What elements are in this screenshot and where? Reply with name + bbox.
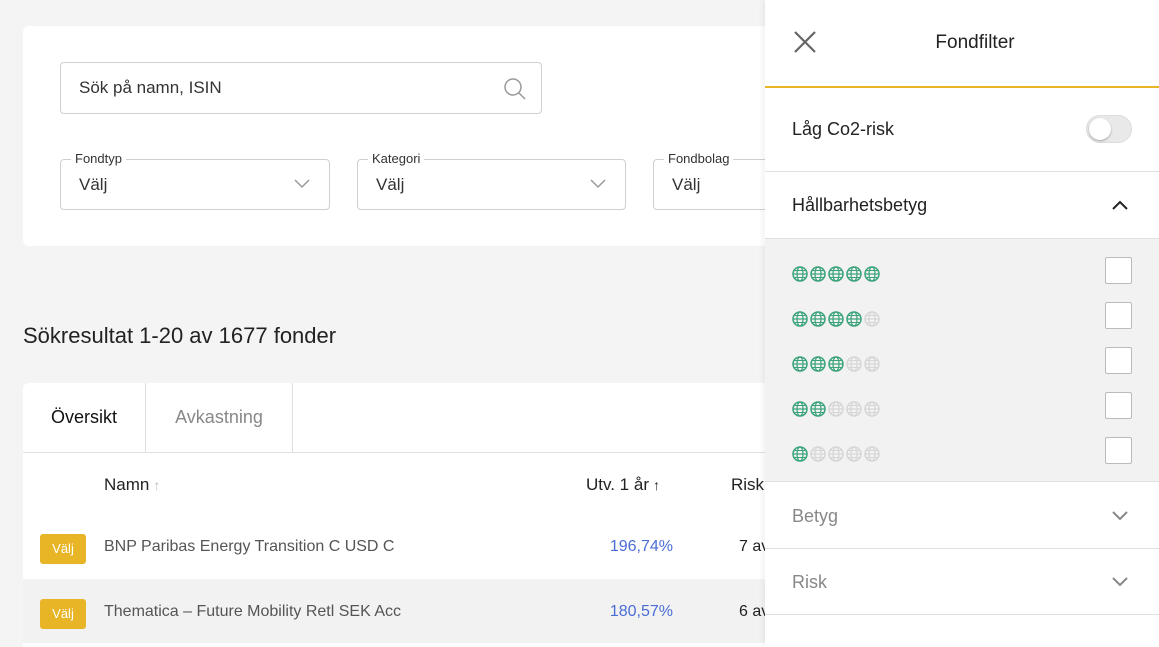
table-row[interactable]: Välj BNP Paribas Energy Transition C USD…	[23, 514, 823, 578]
globe-icon	[828, 311, 844, 327]
globe-icon	[792, 356, 808, 372]
risk-filter-header[interactable]: Risk	[765, 549, 1159, 615]
select-fund-button[interactable]: Välj	[40, 599, 86, 629]
rating-checkbox[interactable]	[1105, 347, 1132, 374]
sustainability-header[interactable]: Hållbarhetsbetyg	[765, 172, 1159, 239]
rating-checkbox[interactable]	[1105, 437, 1132, 464]
search-field[interactable]	[60, 62, 542, 114]
sort-arrow-icon: ↑	[153, 477, 161, 493]
fund-name[interactable]: BNP Paribas Energy Transition C USD C	[104, 538, 394, 556]
column-header-return[interactable]: Utv. 1 år ↑	[586, 475, 660, 495]
fondtyp-value: Välj	[79, 175, 108, 194]
fondbolag-label: Fondbolag	[664, 151, 734, 166]
globe-icon	[828, 266, 844, 282]
toggle-knob	[1089, 118, 1111, 140]
filter-panel: Fondfilter Låg Co2-risk Hållbarhetsbetyg…	[765, 0, 1159, 647]
globe-icon	[864, 356, 880, 372]
fund-return: 196,74%	[609, 538, 673, 555]
fund-return: 180,57%	[609, 603, 673, 620]
kategori-value: Välj	[376, 175, 405, 194]
chevron-down-icon	[1112, 511, 1128, 521]
globe-rating	[792, 401, 880, 417]
globe-icon	[864, 266, 880, 282]
globe-icon	[810, 401, 826, 417]
globe-icon	[792, 311, 808, 327]
sort-arrow-icon: ↑	[652, 477, 660, 493]
globe-icon	[846, 266, 862, 282]
co2-toggle[interactable]	[1086, 115, 1132, 143]
globe-icon	[846, 311, 862, 327]
globe-rating	[792, 356, 880, 372]
chevron-down-icon	[1112, 577, 1128, 587]
co2-label: Låg Co2-risk	[792, 119, 895, 139]
fund-name[interactable]: Thematica – Future Mobility Retl SEK Acc	[104, 603, 401, 621]
globe-rating	[792, 266, 880, 282]
column-header-name[interactable]: Namn ↑	[104, 475, 160, 495]
sustainability-rating-option[interactable]	[765, 392, 1159, 437]
globe-icon	[828, 446, 844, 462]
globe-icon	[810, 266, 826, 282]
kategori-label: Kategori	[368, 151, 425, 166]
tab-oversikt[interactable]: Översikt	[23, 383, 146, 453]
globe-icon	[864, 311, 880, 327]
column-header-return-label: Utv. 1 år	[586, 475, 649, 494]
globe-icon	[810, 446, 826, 462]
kategori-select[interactable]: Kategori Välj	[357, 151, 626, 210]
co2-filter-row: Låg Co2-risk	[765, 88, 1159, 172]
fondtyp-label: Fondtyp	[71, 151, 126, 166]
rating-filter-header[interactable]: Betyg	[765, 483, 1159, 549]
risk-label: Risk	[792, 572, 827, 592]
filter-panel-title: Fondfilter	[935, 32, 1015, 53]
sustainability-rating-option[interactable]	[765, 302, 1159, 347]
results-table: Översikt Avkastning Namn ↑ Utv. 1 år ↑ Ris…	[23, 383, 823, 647]
sustainability-label: Hållbarhetsbetyg	[792, 195, 928, 215]
column-header-name-label: Namn	[104, 475, 150, 494]
globe-icon	[792, 446, 808, 462]
chevron-down-icon	[590, 179, 606, 189]
chevron-down-icon	[294, 179, 310, 189]
globe-icon	[810, 311, 826, 327]
globe-icon	[846, 356, 862, 372]
rating-checkbox[interactable]	[1105, 257, 1132, 284]
search-icon[interactable]	[503, 77, 527, 101]
rating-label: Betyg	[792, 506, 839, 526]
globe-icon	[792, 401, 808, 417]
filter-panel-header: Fondfilter	[765, 0, 1159, 88]
table-row[interactable]: Välj Thematica – Future Mobility Retl SE…	[23, 579, 823, 643]
chevron-up-icon	[1112, 200, 1128, 210]
globe-icon	[864, 401, 880, 417]
rating-checkbox[interactable]	[1105, 392, 1132, 419]
search-input[interactable]	[61, 63, 481, 113]
results-title: Sökresultat 1-20 av 1677 fonder	[23, 323, 337, 348]
globe-icon	[846, 446, 862, 462]
globe-icon	[828, 356, 844, 372]
sustainability-rating-list	[765, 239, 1159, 482]
rating-checkbox[interactable]	[1105, 302, 1132, 329]
globe-icon	[792, 266, 808, 282]
globe-rating	[792, 446, 880, 462]
column-header-risk[interactable]: Risk	[731, 475, 764, 495]
globe-icon	[846, 401, 862, 417]
fondtyp-select[interactable]: Fondtyp Välj	[60, 151, 330, 210]
globe-icon	[864, 446, 880, 462]
search-card: Fondtyp Välj Kategori Välj Fondbolag Väl…	[23, 26, 853, 246]
globe-icon	[828, 401, 844, 417]
fondbolag-value: Välj	[672, 175, 701, 194]
sustainability-rating-option[interactable]	[765, 257, 1159, 302]
tab-avkastning[interactable]: Avkastning	[146, 383, 293, 453]
sustainability-rating-option[interactable]	[765, 347, 1159, 392]
select-fund-button[interactable]: Välj	[40, 534, 86, 564]
sustainability-rating-option[interactable]	[765, 437, 1159, 482]
globe-rating	[792, 311, 880, 327]
globe-icon	[810, 356, 826, 372]
tab-bar: Översikt Avkastning	[23, 383, 823, 453]
